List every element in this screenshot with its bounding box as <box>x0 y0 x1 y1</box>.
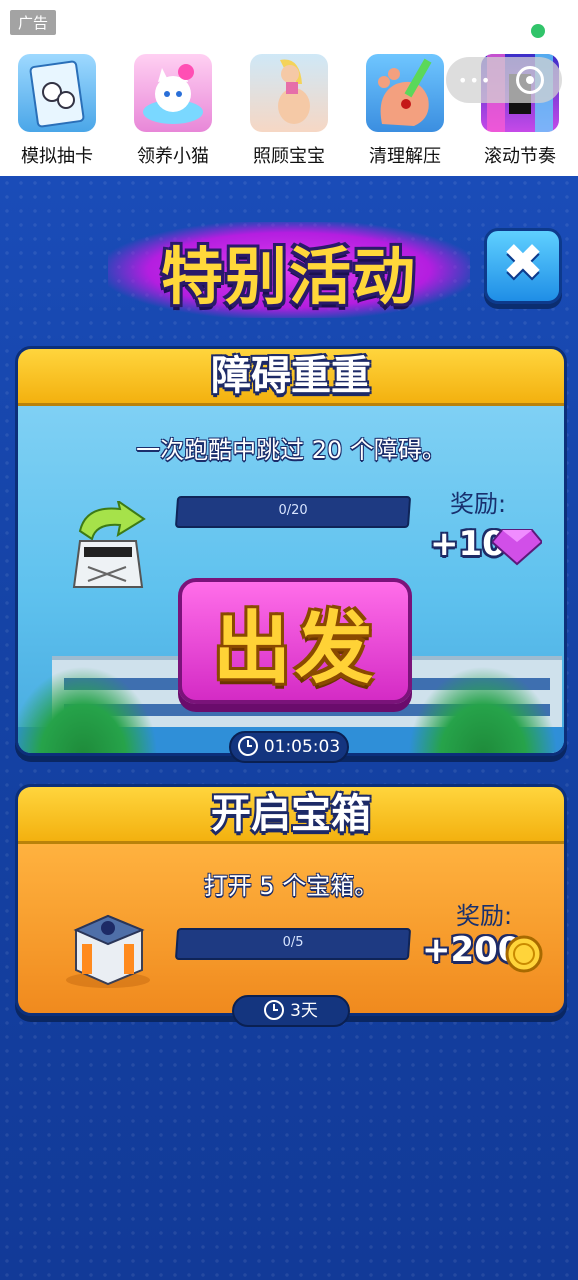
ad-item-clean-relax[interactable]: 清理解压 <box>360 54 450 168</box>
cat-icon <box>134 54 212 132</box>
task-timer: 01:05:03 <box>229 731 349 763</box>
task-progress-text: 0/20 <box>278 503 308 518</box>
ad-banner: 广告 模拟抽卡 领养小猫 照顾宝宝 清理解压 滚动节奏 ••• <box>0 0 578 176</box>
ad-item-label: 模拟抽卡 <box>21 146 93 167</box>
task-title: 障碍重重 <box>211 353 371 399</box>
start-button-label: 出发 <box>212 604 377 694</box>
ad-tag: 广告 <box>10 10 57 35</box>
task-card-obstacles: 障碍重重 一次跑酷中跳过 20 个障碍。 0/20 奖励: +10 出发 <box>15 346 567 756</box>
task-card-body: 一次跑酷中跳过 20 个障碍。 0/20 奖励: +10 出发 <box>18 406 564 753</box>
task-card-header: 开启宝箱 <box>18 787 564 844</box>
ad-item-adopt-cat[interactable]: 领养小猫 <box>128 54 218 168</box>
task-card-header: 障碍重重 <box>18 349 564 406</box>
task-description: 一次跑酷中跳过 20 个障碍。 <box>136 436 446 464</box>
timer-text: 01:05:03 <box>263 737 341 757</box>
palm-leaves-right <box>408 666 558 753</box>
close-icon: ✖ <box>502 233 544 291</box>
reward-label: 奖励: <box>456 902 513 930</box>
task-progress-text: 0/5 <box>282 935 304 950</box>
task-progress-bar: 0/20 <box>174 496 412 528</box>
miniprogram-capsule[interactable]: ••• <box>446 57 562 103</box>
ad-item-card-sim[interactable]: 模拟抽卡 <box>12 54 102 168</box>
gem-icon <box>490 522 544 566</box>
reward-label: 奖励: <box>450 490 507 518</box>
clock-icon <box>237 736 258 756</box>
ad-item-label: 滚动节奏 <box>484 146 556 167</box>
pregnant-woman-icon <box>250 54 328 132</box>
task-card-body: 打开 5 个宝箱。 0/5 奖励: +200 <box>18 844 564 1013</box>
coin-icon <box>504 934 544 974</box>
close-button[interactable]: ✖ <box>484 228 562 304</box>
timer-text: 3天 <box>290 1001 318 1021</box>
task-card-chests: 开启宝箱 打开 5 个宝箱。 0/5 奖励: +200 <box>15 784 567 1016</box>
task-title: 开启宝箱 <box>211 791 371 837</box>
ad-item-baby-care[interactable]: 照顾宝宝 <box>244 54 334 168</box>
exit-target-icon[interactable] <box>516 66 544 94</box>
task-timer: 3天 <box>232 995 350 1027</box>
ad-item-label: 清理解压 <box>369 146 441 167</box>
task-progress-bar: 0/5 <box>174 928 412 960</box>
event-screen: 特别活动 ✖ 障碍重重 一次跑酷中跳过 20 个障碍。 0/20 奖励: +10… <box>0 176 578 1280</box>
ad-item-label: 领养小猫 <box>137 146 209 167</box>
palm-leaves-left <box>18 666 158 753</box>
obstacle-barrier-icon <box>62 498 154 597</box>
more-icon[interactable]: ••• <box>458 71 492 90</box>
page-title: 特别活动 <box>160 240 417 313</box>
event-title-banner: 特别活动 <box>108 222 470 318</box>
mic-indicator-icon <box>531 24 545 38</box>
start-button[interactable]: 出发 <box>178 578 412 704</box>
ad-item-label: 照顾宝宝 <box>253 146 325 167</box>
foot-icon <box>366 54 444 132</box>
clock-icon <box>264 1000 285 1020</box>
card-pack-icon <box>18 54 96 132</box>
treasure-chest-icon <box>62 904 154 988</box>
